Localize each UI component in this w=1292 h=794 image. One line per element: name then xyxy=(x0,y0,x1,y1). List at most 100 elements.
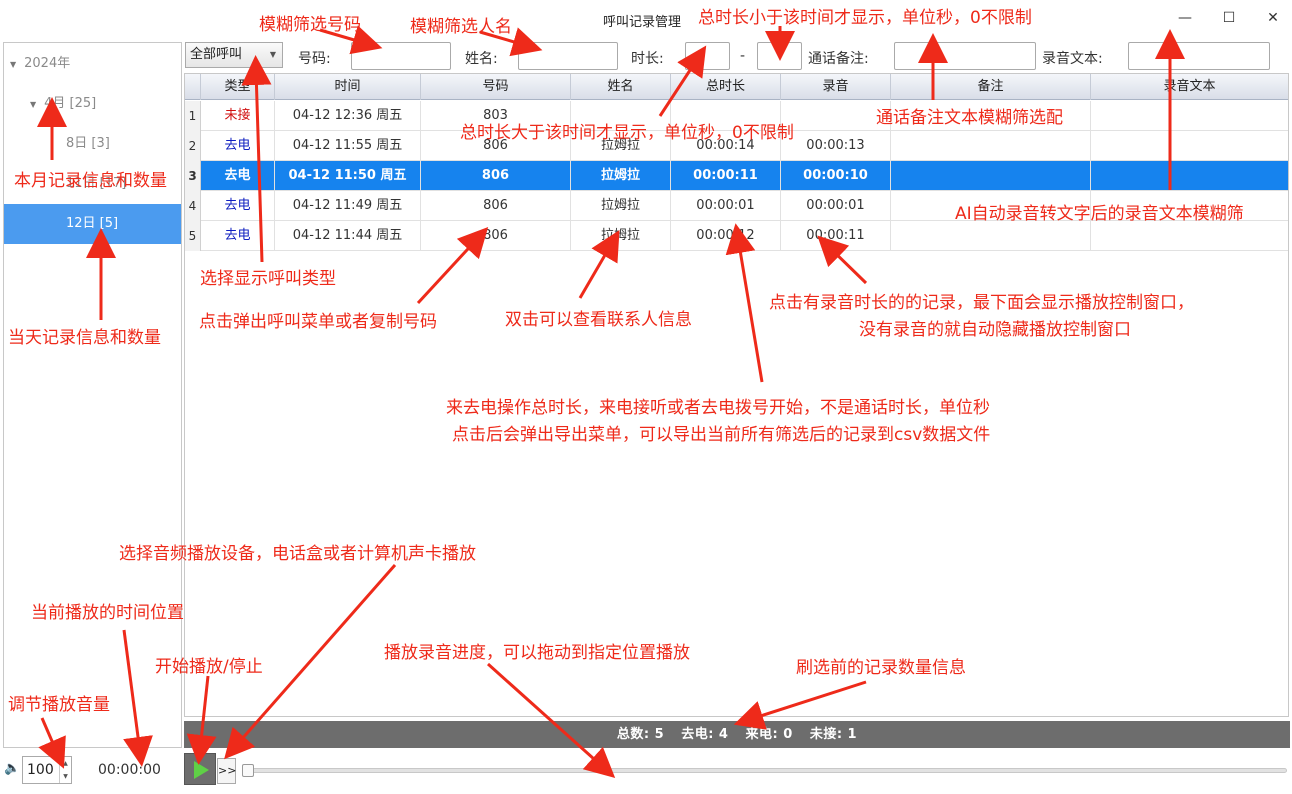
name-label: 姓名: xyxy=(465,51,498,67)
column-header-note[interactable]: 备注 xyxy=(891,74,1091,100)
cell-number[interactable]: 806 xyxy=(421,161,571,191)
annotation-recording-click: 点击有录音时长的的记录，最下面会显示播放控制窗口， xyxy=(769,293,1194,313)
cell-name[interactable]: 拉姆拉 xyxy=(571,191,671,221)
call-type-select[interactable]: 全部呼叫 ▼ xyxy=(185,42,283,68)
cell-transcript xyxy=(1091,221,1288,251)
window-title: 呼叫记录管理 xyxy=(603,15,682,30)
play-stop-button[interactable] xyxy=(184,753,216,785)
tree-node-label: 8日 [3] xyxy=(66,136,110,151)
chevron-down-icon: ▼ xyxy=(269,50,276,59)
annotation-month-records: 本月记录信息和数量 xyxy=(14,171,167,191)
cell-name[interactable]: 拉姆拉 xyxy=(571,161,671,191)
row-number: 3 xyxy=(185,161,201,191)
audio-device-button[interactable]: >> xyxy=(217,758,236,784)
title-bar: 呼叫记录管理 — ☐ ✕ xyxy=(0,0,1292,38)
close-button[interactable]: ✕ xyxy=(1261,8,1285,28)
duration-min-input[interactable] xyxy=(685,42,730,70)
cell-type: 去电 xyxy=(201,161,275,191)
volume-value: 100 xyxy=(27,762,54,778)
play-icon xyxy=(194,761,209,779)
tree-node-label: 4月 [25] xyxy=(44,96,97,111)
tree-node-label: 2024年 xyxy=(24,56,71,71)
cell-number[interactable]: 806 xyxy=(421,191,571,221)
column-header-name[interactable]: 姓名 xyxy=(571,74,671,100)
playback-progress-slider[interactable] xyxy=(242,764,1287,777)
cell-transcript xyxy=(1091,131,1288,161)
note-input[interactable] xyxy=(894,42,1036,70)
annotation-recording-hide: 没有录音的就自动隐藏播放控制窗口 xyxy=(859,320,1131,340)
transcript-label: 录音文本: xyxy=(1042,51,1103,67)
tree-node-month[interactable]: ▼ 4月 [25] xyxy=(4,89,181,119)
column-header-total-duration[interactable]: 总时长 xyxy=(671,74,781,100)
playback-position: 00:00:00 xyxy=(98,762,161,778)
annotation-export: 点击后会弹出导出菜单，可以导出当前所有筛选后的记录到csv数据文件 xyxy=(452,425,991,445)
cell-recording: 00:00:10 xyxy=(781,161,891,191)
volume-spinbox[interactable]: 100 ▲ ▼ xyxy=(22,756,72,784)
annotation-status: 刷选前的记录数量信息 xyxy=(796,658,966,678)
annotation-name-dblclick: 双击可以查看联系人信息 xyxy=(505,310,692,330)
name-input[interactable] xyxy=(518,42,618,70)
status-bar: 总数: 5 去电: 4 来电: 0 未接: 1 xyxy=(184,721,1290,748)
transcript-input[interactable] xyxy=(1128,42,1270,70)
cell-time: 04-12 11:44 周五 xyxy=(275,221,421,251)
cell-recording: 00:00:13 xyxy=(781,131,891,161)
cell-type: 去电 xyxy=(201,131,275,161)
annotation-position: 当前播放的时间位置 xyxy=(31,603,184,623)
minimize-button[interactable]: — xyxy=(1173,8,1197,28)
maximize-button[interactable]: ☐ xyxy=(1217,8,1241,28)
row-number: 1 xyxy=(185,101,201,131)
status-total: 总数: 5 xyxy=(616,727,665,742)
cell-total-duration[interactable]: 00:00:12 xyxy=(671,221,781,251)
cell-name[interactable]: 拉姆拉 xyxy=(571,221,671,251)
tree-node-year[interactable]: ▼ 2024年 xyxy=(4,49,181,79)
table-row-selected[interactable]: 3 去电 04-12 11:50 周五 806 拉姆拉 00:00:11 00:… xyxy=(185,161,1288,191)
cell-note xyxy=(891,131,1091,161)
row-number: 2 xyxy=(185,131,201,161)
annotation-transcript-filter: AI自动录音转文字后的录音文本模糊筛 xyxy=(955,204,1244,224)
table-header: 类型 时间 号码 姓名 总时长 录音 备注 录音文本 xyxy=(185,74,1288,100)
column-header-recording[interactable]: 录音 xyxy=(781,74,891,100)
annotation-note-filter: 通话备注文本模糊筛选配 xyxy=(876,108,1063,128)
status-missed: 未接: 1 xyxy=(809,727,858,742)
number-label: 号码: xyxy=(298,51,331,67)
column-header-number[interactable]: 号码 xyxy=(421,74,571,100)
cell-number[interactable]: 806 xyxy=(421,221,571,251)
annotation-duration-max: 总时长小于该时间才显示，单位秒，0不限制 xyxy=(698,8,1032,28)
call-type-value: 全部呼叫 xyxy=(190,47,243,62)
annotation-total-duration: 来去电操作总时长，来电接听或者去电拨号开始，不是通话时长，单位秒 xyxy=(446,398,990,418)
cell-time: 04-12 11:55 周五 xyxy=(275,131,421,161)
annotation-name-filter: 模糊筛选人名 xyxy=(410,17,512,37)
duration-label: 时长: xyxy=(631,51,664,67)
column-header-type[interactable]: 类型 xyxy=(201,74,275,100)
filter-bar: 全部呼叫 ▼ 号码: 姓名: 时长: - 通话备注: 录音文本: xyxy=(184,40,1290,72)
column-header-time[interactable]: 时间 xyxy=(275,74,421,100)
expand-arrow-icon[interactable]: ▼ xyxy=(30,90,40,120)
progress-handle[interactable] xyxy=(242,764,254,777)
cell-total-duration[interactable]: 00:00:11 xyxy=(671,161,781,191)
cell-type: 去电 xyxy=(201,191,275,221)
table-row[interactable]: 5 去电 04-12 11:44 周五 806 拉姆拉 00:00:12 00:… xyxy=(185,221,1288,251)
annotation-day-records: 当天记录信息和数量 xyxy=(8,328,161,348)
date-tree[interactable]: ▼ 2024年 ▼ 4月 [25] 8日 [3] 11日 [17] 12日 [5… xyxy=(3,42,182,748)
column-header-transcript[interactable]: 录音文本 xyxy=(1091,74,1288,100)
tree-node-day-selected[interactable]: 12日 [5] xyxy=(4,204,181,244)
cell-time: 04-12 11:50 周五 xyxy=(275,161,421,191)
annotation-progress: 播放录音进度，可以拖动到指定位置播放 xyxy=(384,643,690,663)
duration-separator: - xyxy=(740,48,746,64)
annotation-number-click: 点击弹出呼叫菜单或者复制号码 xyxy=(199,312,437,332)
annotation-call-type: 选择显示呼叫类型 xyxy=(200,269,336,289)
cell-transcript xyxy=(1091,101,1288,131)
row-number: 4 xyxy=(185,191,201,221)
tree-node-day[interactable]: 8日 [3] xyxy=(4,129,181,159)
expand-arrow-icon[interactable]: ▼ xyxy=(10,50,20,80)
spin-up-icon[interactable]: ▲ xyxy=(59,757,71,770)
row-number: 5 xyxy=(185,221,201,251)
duration-max-input[interactable] xyxy=(757,42,802,70)
cell-time: 04-12 12:36 周五 xyxy=(275,101,421,131)
cell-total-duration[interactable]: 00:00:01 xyxy=(671,191,781,221)
spin-down-icon[interactable]: ▼ xyxy=(59,770,71,783)
status-outgoing: 去电: 4 xyxy=(681,727,729,742)
tree-node-label: 12日 [5] xyxy=(66,216,119,231)
number-input[interactable] xyxy=(351,42,451,70)
speaker-icon: 🔈 xyxy=(4,761,21,776)
